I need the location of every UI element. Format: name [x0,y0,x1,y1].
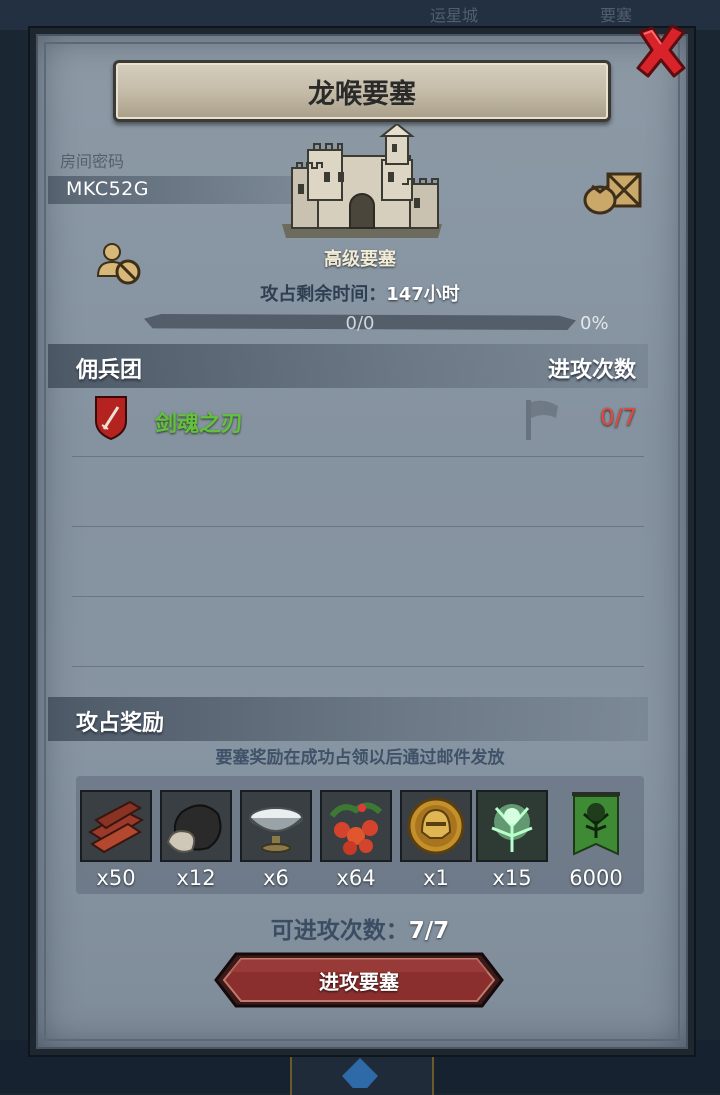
wood-planks-icon [82,792,150,860]
room-code-value[interactable]: MKC52G [66,178,149,200]
row-divider [72,596,644,597]
mercenary-name: 剑魂之刃 [155,412,244,437]
room-code-label: 房间密码 [60,152,125,171]
fortress-level-label: 高级要塞 [324,249,396,270]
attack-attempts: 可进攻次数：7/7 [200,911,520,945]
mercenary-attack-count: 0/7 [600,405,638,431]
shield-sword-icon [95,396,127,441]
reward-header: 攻占奖励 [76,711,165,736]
close-x-icon [636,24,686,78]
reward-item[interactable] [160,790,232,862]
ban-user-icon[interactable] [96,240,144,288]
row-divider [72,456,644,457]
reward-note: 要塞奖励在成功占领以后通过邮件发放 [215,748,505,768]
silver-bowl-icon [242,792,310,860]
page-title: 龙喉要塞 [308,78,416,110]
background-tab-ghost: 要塞 [600,6,633,25]
reward-item[interactable] [476,790,548,862]
attack-fortress-label: 进攻要塞 [319,969,399,994]
golden-helmet-coin-icon [402,792,470,860]
attack-attempts-label: 可进攻次数： [270,918,409,944]
capture-time-label: 攻占剩余时间： [260,284,387,305]
reward-list: x50 x12 x6 x64 x1 x15 6000 [76,776,644,894]
attack-attempts-value: 7/7 [408,918,450,944]
capture-progress-percent: 0% [580,313,609,334]
capture-progress-text: 0/0 [345,313,375,334]
berries-icon [322,792,390,860]
mercenary-row[interactable]: 剑魂之刃 0/7 [72,390,644,452]
background-tab-ghost: 运星城 [430,6,479,25]
green-spirit-icon [478,792,546,860]
background-top-strip: 运星城 要塞 [0,0,720,30]
capture-time-value: 147小时 [386,284,460,305]
attack-fortress-button[interactable]: 进攻要塞 [214,952,504,1008]
title-plate: 龙喉要塞 [113,60,611,122]
close-button[interactable] [632,22,690,80]
reward-item[interactable] [320,790,392,862]
reward-item[interactable] [240,790,312,862]
row-divider [72,526,644,527]
reward-count: 6000 [569,866,623,890]
attack-count-header: 进攻次数 [548,358,637,383]
reward-item[interactable] [560,790,632,862]
guild-banner-icon [572,792,620,856]
truffle-stone-icon [162,792,230,860]
row-divider [72,666,644,667]
loot-bag-crate-icon[interactable] [582,166,644,216]
reward-item[interactable] [400,790,472,862]
capture-time-remaining: 攻占剩余时间：147小时 [200,280,520,306]
flag-icon [526,400,558,440]
fortress-icon [282,124,442,238]
reward-item[interactable] [80,790,152,862]
mercenary-header: 佣兵团 [76,358,143,383]
